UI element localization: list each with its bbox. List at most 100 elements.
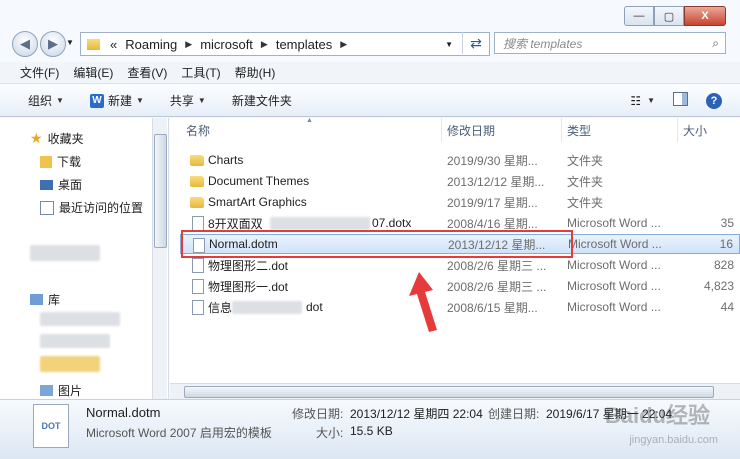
chevron-down-icon: ▼ — [197, 96, 206, 105]
file-row-document-themes[interactable]: Document Themes 2013/12/12 星期... 文件夹 — [180, 171, 740, 191]
file-date: 2013/12/12 星期... — [447, 174, 545, 189]
address-dropdown-icon[interactable]: ▼ — [445, 40, 453, 49]
nav-pictures-label: 图片 — [58, 384, 83, 398]
navigation-scrollbar[interactable] — [152, 118, 167, 400]
dot-file-icon: DOT — [33, 404, 69, 448]
breadcrumb-microsoft[interactable]: microsoft — [200, 37, 253, 52]
breadcrumb-roaming[interactable]: Roaming — [125, 37, 177, 52]
file-date: 2008/2/6 星期三 ... — [447, 258, 547, 273]
arrow-left-icon: ◀ — [20, 36, 30, 51]
back-button[interactable]: ◀ — [12, 31, 38, 57]
menu-view[interactable]: 查看(V) — [127, 64, 167, 81]
file-date: 2008/6/15 星期... — [447, 300, 538, 315]
file-row-info[interactable]: 信息 dot 2008/6/15 星期... Microsoft Word ..… — [180, 297, 740, 317]
file-date: 2019/9/30 星期... — [447, 153, 538, 168]
command-bar: 组织 ▼ W 新建 ▼ 共享 ▼ 新建文件夹 — [0, 85, 740, 117]
nav-recent[interactable]: 最近访问的位置 — [40, 199, 143, 216]
help-button[interactable]: ? — [706, 92, 722, 109]
wps-icon: W — [89, 93, 104, 108]
organize-button[interactable]: 组织 ▼ — [28, 92, 64, 109]
hscroll-thumb[interactable] — [184, 386, 714, 398]
file-row-physics-2[interactable]: 物理图形二.dot 2008/2/6 星期三 ... Microsoft Wor… — [180, 255, 740, 275]
file-name: 8开双面双 — [208, 216, 263, 231]
file-name-tail: dot — [306, 300, 323, 314]
library-icon — [30, 294, 43, 305]
file-list-hscrollbar[interactable] — [170, 383, 740, 399]
file-name: Document Themes — [208, 174, 310, 188]
column-type[interactable]: 类型 — [562, 118, 678, 142]
file-date: 2019/9/17 星期... — [447, 195, 538, 210]
file-size: 16 — [719, 237, 733, 251]
file-type: Microsoft Word ... — [567, 279, 661, 293]
close-button[interactable]: X — [684, 6, 726, 26]
document-icon — [192, 279, 204, 294]
red-arrow-shape — [409, 272, 437, 332]
file-name: 物理图形一.dot — [208, 279, 289, 294]
details-size-value: 15.5 KB — [350, 424, 393, 438]
new-button[interactable]: W 新建 ▼ — [89, 92, 144, 109]
nav-downloads[interactable]: 下载 — [40, 153, 81, 170]
new-folder-label: 新建文件夹 — [231, 94, 292, 108]
nav-downloads-label: 下载 — [57, 155, 82, 169]
blurred-text — [232, 301, 302, 314]
file-row-physics-1[interactable]: 物理图形一.dot 2008/2/6 星期三 ... Microsoft Wor… — [180, 276, 740, 296]
search-box[interactable]: 搜索 templates ⌕ — [494, 32, 726, 54]
menu-edit[interactable]: 编辑(E) — [73, 64, 113, 81]
blurred-text — [270, 217, 370, 230]
download-folder-icon — [40, 155, 52, 168]
minimize-button[interactable]: — — [624, 6, 654, 26]
address-bar[interactable]: « Roaming ▶ microsoft ▶ templates ▶ ▼ — [80, 32, 490, 56]
file-row-smartart[interactable]: SmartArt Graphics 2019/9/17 星期... 文件夹 — [180, 192, 740, 212]
star-icon: ★ — [30, 130, 43, 146]
breadcrumb-chevron-icon[interactable]: ▶ — [185, 39, 192, 50]
new-folder-button[interactable]: 新建文件夹 — [232, 92, 292, 109]
file-date: 2008/2/6 星期三 ... — [447, 279, 547, 294]
preview-pane-button[interactable] — [673, 92, 688, 109]
nav-library-label: 库 — [48, 293, 61, 307]
desktop-icon — [40, 179, 53, 190]
folder-icon — [190, 176, 204, 187]
breadcrumb-templates[interactable]: templates — [276, 37, 332, 52]
view-list-icon: ☷ — [630, 93, 642, 108]
menu-tools[interactable]: 工具(T) — [181, 64, 220, 81]
refresh-button[interactable]: ⇄ — [462, 32, 489, 54]
blurred-item — [40, 334, 110, 348]
maximize-button[interactable]: ▢ — [654, 6, 684, 26]
preview-pane-icon — [673, 92, 688, 106]
document-icon — [192, 216, 204, 231]
column-size-label: 大小 — [683, 123, 708, 138]
breadcrumb-chevron-icon[interactable]: ▶ — [340, 39, 347, 50]
file-size: 828 — [713, 258, 734, 272]
breadcrumb-chevron-icon[interactable]: ▶ — [261, 39, 268, 50]
recent-pages-chevron-icon[interactable]: ▼ — [66, 38, 74, 47]
nav-library[interactable]: 库 — [30, 291, 60, 308]
nav-recent-label: 最近访问的位置 — [59, 201, 144, 215]
file-size: 35 — [720, 216, 734, 230]
search-icon: ⌕ — [712, 35, 719, 50]
file-type: 文件夹 — [567, 153, 604, 168]
file-row-charts[interactable]: Charts 2019/9/30 星期... 文件夹 — [180, 150, 740, 170]
view-options-button[interactable]: ☷ ▼ — [630, 94, 655, 108]
chevron-down-icon: ▼ — [647, 96, 655, 105]
nav-desktop[interactable]: 桌面 — [40, 176, 82, 193]
nav-favorites[interactable]: ★ 收藏夹 — [30, 130, 84, 147]
file-type: Microsoft Word ... — [567, 216, 661, 230]
column-size[interactable]: 大小 — [678, 118, 740, 142]
details-modified-label: 修改日期: — [292, 407, 344, 421]
scroll-thumb[interactable] — [154, 134, 167, 248]
menu-help[interactable]: 帮助(H) — [235, 64, 276, 81]
address-overflow[interactable]: « — [110, 37, 117, 52]
new-label: 新建 — [107, 94, 132, 108]
column-name-label: 名称 — [186, 123, 211, 138]
column-date[interactable]: 修改日期 — [442, 118, 562, 142]
file-size: 44 — [720, 300, 734, 314]
folder-icon — [190, 197, 204, 208]
details-file-type: Microsoft Word 2007 启用宏的模板 — [86, 426, 272, 440]
menu-file[interactable]: 文件(F) — [20, 64, 59, 81]
organize-label: 组织 — [28, 94, 53, 108]
share-button[interactable]: 共享 ▼ — [170, 92, 206, 109]
search-input[interactable]: 搜索 templates — [503, 35, 582, 52]
nav-pictures[interactable]: 图片 — [40, 382, 82, 399]
file-date: 2008/4/16 星期... — [447, 216, 538, 231]
forward-button[interactable]: ▶ — [40, 31, 66, 57]
